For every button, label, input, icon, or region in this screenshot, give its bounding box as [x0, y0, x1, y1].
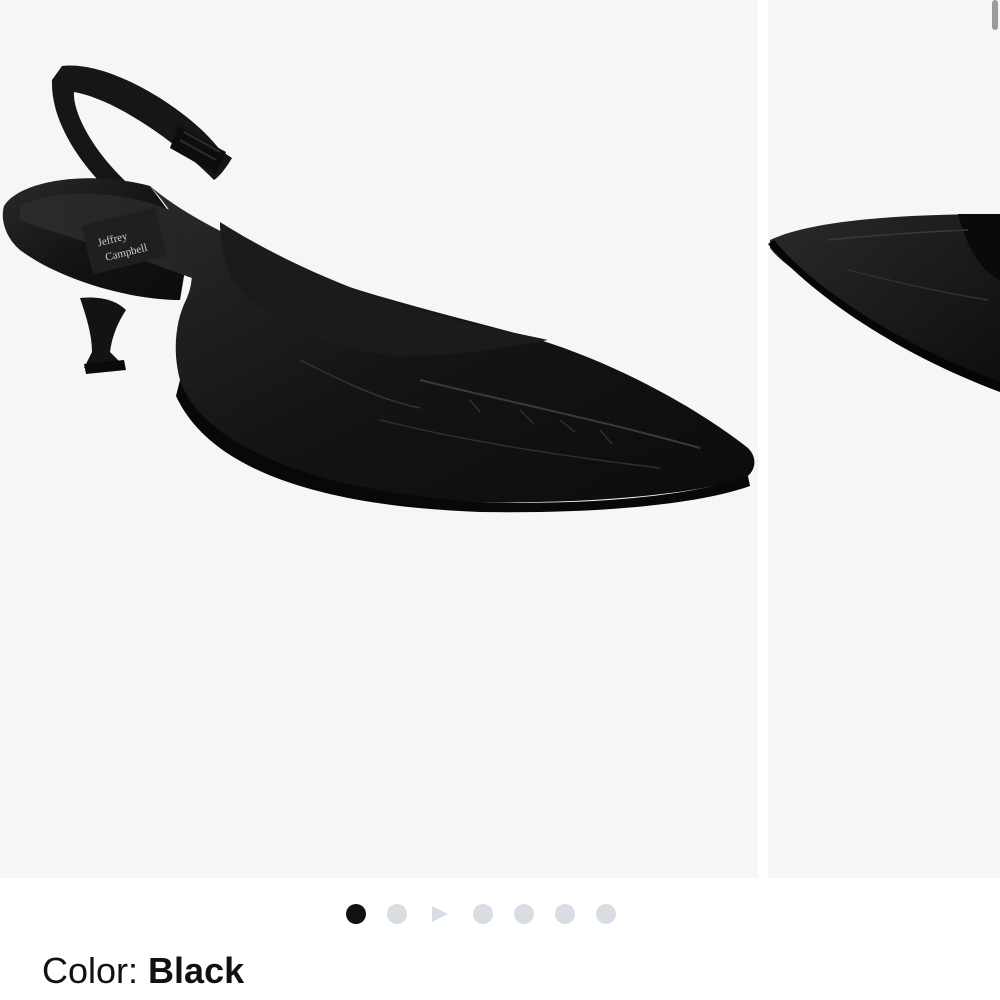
color-selection: Color: Black	[42, 948, 244, 994]
scroll-indicator	[992, 0, 998, 30]
product-image-carousel[interactable]: Jeffrey Campbell	[0, 0, 1000, 878]
product-image-slide[interactable]: Jeffrey Campbell	[0, 0, 758, 878]
carousel-dot-6[interactable]	[555, 904, 575, 924]
product-image-page: Jeffrey Campbell Color: Black	[0, 0, 1000, 1000]
carousel-dot-5[interactable]	[514, 904, 534, 924]
carousel-video-play-icon[interactable]	[429, 904, 449, 924]
carousel-dot-1[interactable]	[346, 904, 366, 924]
product-image-slide-next[interactable]	[768, 0, 1000, 878]
shoe-image: Jeffrey Campbell	[2, 65, 755, 513]
shoe-toe-closeup-image	[768, 214, 1000, 392]
color-value: Black	[148, 950, 245, 991]
carousel-dot-7[interactable]	[596, 904, 616, 924]
color-label: Color:	[42, 950, 139, 991]
carousel-pagination	[0, 902, 1000, 926]
carousel-dot-2[interactable]	[387, 904, 407, 924]
carousel-dot-4[interactable]	[473, 904, 493, 924]
